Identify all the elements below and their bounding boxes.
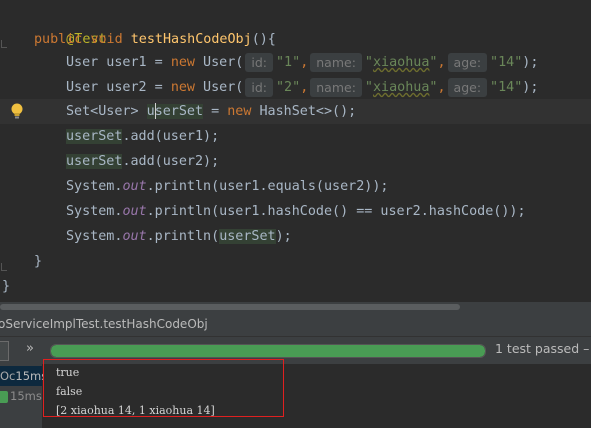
code-line-method-signature: public void testHashCodeObj(){	[34, 32, 276, 47]
param-hint-id: id:	[245, 52, 273, 72]
test-passed-icon	[0, 390, 8, 403]
code-line-print-set: System.out.println(userSet);	[66, 229, 292, 244]
test-progress-fill	[51, 345, 485, 357]
code-line-annotation: @Test	[66, 32, 107, 47]
run-tool-window-title: oServiceImplTest.testHashCodeObj	[0, 312, 591, 336]
code-line-print-hashcode: System.out.println(user1.hashCode() == u…	[66, 204, 526, 219]
param-hint-id: id:	[245, 77, 273, 97]
code-line-add1: userSet.add(user1);	[66, 129, 220, 144]
code-line-user1: User user1 = new User(id: "1", name: "xiaoh…	[66, 52, 539, 72]
lightbulb-icon[interactable]	[10, 102, 24, 120]
scrollbar-thumb[interactable]	[0, 304, 460, 310]
code-line-close-class: }	[2, 279, 11, 294]
test-tree-row[interactable]: Oc15ms	[0, 366, 47, 386]
code-line-set-decl: Set<User> userSet = new HashSet<>();	[66, 103, 357, 119]
param-hint-age: age:	[447, 77, 488, 97]
code-line-add2: userSet.add(user2);	[66, 154, 220, 169]
code-line-user2: User user2 = new User(id: "2", name: "xiaoh…	[66, 77, 539, 97]
highlight-box	[43, 359, 284, 417]
fold-marker[interactable]	[1, 263, 7, 271]
code-editor[interactable]: @Test public void testHashCodeObj(){ Use…	[0, 0, 591, 302]
more-actions-chevron-icon[interactable]: »	[26, 341, 34, 356]
test-results-tree[interactable]: Oc15ms 15ms	[0, 364, 47, 428]
param-hint-age: age:	[447, 52, 488, 72]
test-tree-row[interactable]: 15ms	[0, 386, 42, 406]
stop-button[interactable]	[0, 341, 9, 361]
code-line-close-method: }	[34, 254, 43, 269]
param-hint-name: name:	[310, 77, 362, 97]
param-hint-name: name:	[310, 52, 362, 72]
test-progress-bar	[50, 344, 486, 358]
test-status-text: 1 test passed – 1	[495, 341, 591, 356]
horizontal-scrollbar[interactable]	[0, 302, 591, 312]
code-line-print-equals: System.out.println(user1.equals(user2));	[66, 179, 389, 194]
fold-marker[interactable]	[1, 40, 7, 48]
